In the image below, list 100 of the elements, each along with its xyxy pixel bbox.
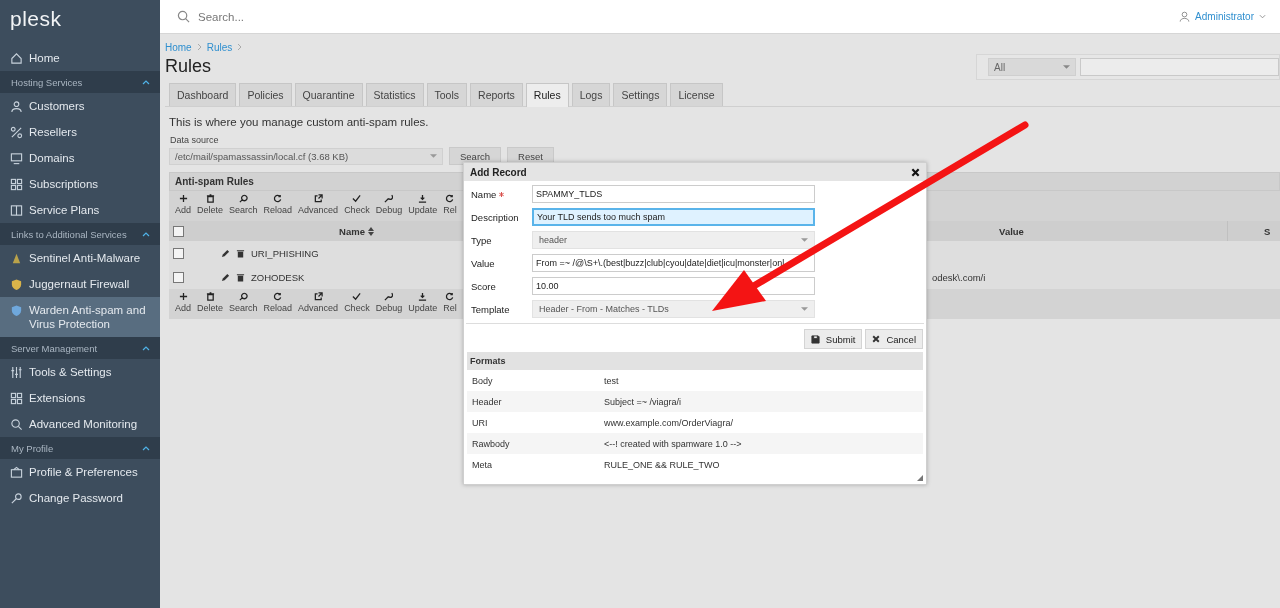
trash-icon[interactable]	[236, 272, 245, 282]
toolbar-button[interactable]: Rel	[441, 292, 459, 317]
field-label: Description	[471, 211, 519, 223]
tab[interactable]: Policies	[239, 83, 292, 106]
toolbar-button[interactable]: Add	[173, 292, 193, 317]
toolbar-button[interactable]: Advanced	[296, 194, 341, 219]
sidebar-item[interactable]: Home	[0, 45, 160, 71]
cancel-button[interactable]: Cancel	[865, 329, 923, 349]
field-label: Score	[471, 280, 496, 292]
table-cell: <--! created with spamware 1.0 -->	[604, 438, 742, 449]
close-icon[interactable]	[911, 167, 920, 177]
column-header[interactable]: S	[1264, 225, 1271, 237]
sidebar-item[interactable]: Change Password	[0, 485, 160, 511]
check-icon	[352, 194, 362, 203]
toolbar-button[interactable]: Reload	[261, 194, 295, 219]
field-label: Data source	[170, 135, 220, 145]
sidebar-item[interactable]: Juggernaut Firewall	[0, 271, 160, 297]
user-icon	[10, 100, 23, 113]
tab[interactable]: Reports	[470, 83, 523, 106]
sidebar-item[interactable]: Service Plans	[0, 197, 160, 223]
sidebar-item[interactable]: Customers	[0, 93, 160, 119]
sidebar-item[interactable]: Tools & Settings	[0, 359, 160, 385]
item-label: Customers	[29, 99, 85, 113]
download-icon	[418, 292, 428, 301]
input-field[interactable]: Your TLD sends too much spam	[532, 208, 815, 226]
dropdown-icon	[1063, 65, 1070, 69]
submit-button[interactable]: Submit	[803, 329, 863, 349]
select-field[interactable]: Header - From - Matches - TLDs	[532, 300, 815, 318]
trash-icon[interactable]	[236, 248, 245, 258]
item-label: Profile & Preferences	[29, 465, 138, 479]
table-cell-text: Body	[471, 375, 494, 386]
sidebar-item[interactable]: Domains	[0, 145, 160, 171]
dropdown-icon	[430, 154, 437, 158]
table-cell: ZOHODESK	[251, 271, 305, 283]
sidebar-section-header[interactable]: Links to Additional Services	[0, 223, 160, 245]
toolbar-button[interactable]: Search	[227, 292, 260, 317]
sidebar-section-header[interactable]: Hosting Services	[0, 71, 160, 93]
tab[interactable]: Rules	[525, 83, 569, 107]
search-field[interactable]: Search...	[196, 9, 460, 24]
sidebar-item[interactable]: Extensions	[0, 385, 160, 411]
tab[interactable]: License	[670, 83, 723, 106]
filter-select[interactable]: All	[988, 58, 1076, 76]
row-checkbox[interactable]	[173, 247, 184, 259]
item-label: Juggernaut Firewall	[29, 277, 130, 291]
sidebar-item[interactable]: Resellers	[0, 119, 160, 145]
user-menu[interactable]: Administrator	[1179, 11, 1266, 22]
toolbar-button[interactable]: Update	[406, 194, 440, 219]
field-label: Type	[471, 234, 492, 246]
table-cell: test	[604, 375, 619, 386]
tab[interactable]: Quarantine	[294, 83, 363, 106]
sidebar-section-header[interactable]: Server Management	[0, 337, 160, 359]
intro-text: This is where you manage custom anti-spam rules.	[169, 116, 430, 128]
table-cell: URI_PHISHING	[251, 247, 319, 259]
resize-grip-icon[interactable]	[917, 475, 923, 481]
toolbar-button[interactable]: Delete	[195, 194, 226, 219]
reload-icon	[273, 194, 283, 203]
column-header[interactable]: Value	[999, 225, 1024, 237]
search-icon	[177, 10, 190, 23]
percent-icon	[10, 126, 23, 139]
sidebar-item[interactable]: Warden Anti-spam and Virus Protection	[0, 297, 160, 337]
pencil-icon[interactable]	[221, 248, 230, 258]
sidebar-item[interactable]: Profile & Preferences	[0, 459, 160, 485]
data-source-select[interactable]: /etc/mail/spamassassin/local.cf (3.68 KB)	[169, 147, 443, 165]
select-all-checkbox[interactable]	[173, 225, 184, 237]
sidebar-item[interactable]: Advanced Monitoring	[0, 411, 160, 437]
input-field[interactable]: From =~ /@\S+\.(best|buzz|club|cyou|date|diet|icu|monster|onl	[532, 254, 815, 272]
select-field[interactable]: header	[532, 231, 815, 249]
tab[interactable]: Dashboard	[169, 83, 237, 106]
toolbar-button[interactable]: Debug	[373, 292, 405, 317]
toolbar-button[interactable]: Check	[342, 292, 372, 317]
row-checkbox[interactable]	[173, 271, 184, 283]
column-header[interactable]: Name	[339, 225, 365, 237]
toolbar-button[interactable]: Reload	[261, 292, 295, 317]
pencil-icon[interactable]	[221, 272, 230, 282]
filter-input[interactable]	[1080, 58, 1279, 76]
sidebar-section-header[interactable]: My Profile	[0, 437, 160, 459]
input-field[interactable]: SPAMMY_TLDS	[532, 185, 815, 203]
sidebar-item[interactable]: Subscriptions	[0, 171, 160, 197]
toolbar-button[interactable]: Search	[449, 147, 502, 165]
toolbar-button[interactable]: Search	[227, 194, 260, 219]
section-label: Hosting Services	[11, 76, 83, 88]
item-label: Domains	[29, 151, 75, 165]
toolbar-button[interactable]: Update	[406, 292, 440, 317]
toolbar-button[interactable]: Check	[342, 194, 372, 219]
tab[interactable]: Statistics	[365, 83, 424, 106]
item-label: Change Password	[29, 491, 123, 505]
item-label: Subscriptions	[29, 177, 99, 191]
toolbar-button[interactable]: Delete	[195, 292, 226, 317]
section-label: Links to Additional Services	[11, 228, 127, 240]
toolbar-button[interactable]: Debug	[373, 194, 405, 219]
trash-icon	[205, 292, 215, 301]
sidebar-item[interactable]: Sentinel Anti-Malware	[0, 245, 160, 271]
toolbar-button[interactable]: Rel	[441, 194, 459, 219]
tab[interactable]: Logs	[571, 83, 611, 106]
toolbar-button[interactable]: Add	[173, 194, 193, 219]
external-icon	[313, 194, 323, 203]
toolbar-button[interactable]: Advanced	[296, 292, 341, 317]
tab[interactable]: Tools	[426, 83, 468, 106]
tab[interactable]: Settings	[613, 83, 668, 106]
monitor-icon	[10, 152, 23, 165]
